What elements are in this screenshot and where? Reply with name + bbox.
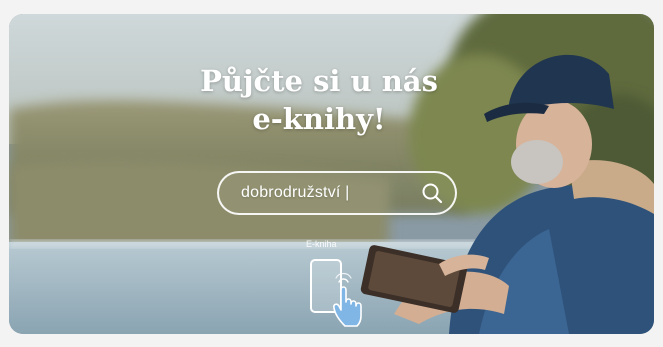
banner-headline: Půjčte si u nás e-knihy!	[159, 62, 479, 138]
search-icon[interactable]	[419, 180, 445, 206]
headline-line-1: Půjčte si u nás	[200, 64, 438, 98]
ebook-promo-banner[interactable]: Půjčte si u nás e-knihy! dobrodružství |…	[9, 14, 654, 334]
ebook-label: E-kniha	[306, 239, 337, 249]
search-input-text[interactable]: dobrodružství |	[241, 184, 419, 202]
headline-line-2: e-knihy!	[252, 102, 386, 136]
search-box[interactable]: dobrodružství |	[217, 171, 457, 215]
ebook-tap-icon[interactable]	[309, 258, 371, 328]
